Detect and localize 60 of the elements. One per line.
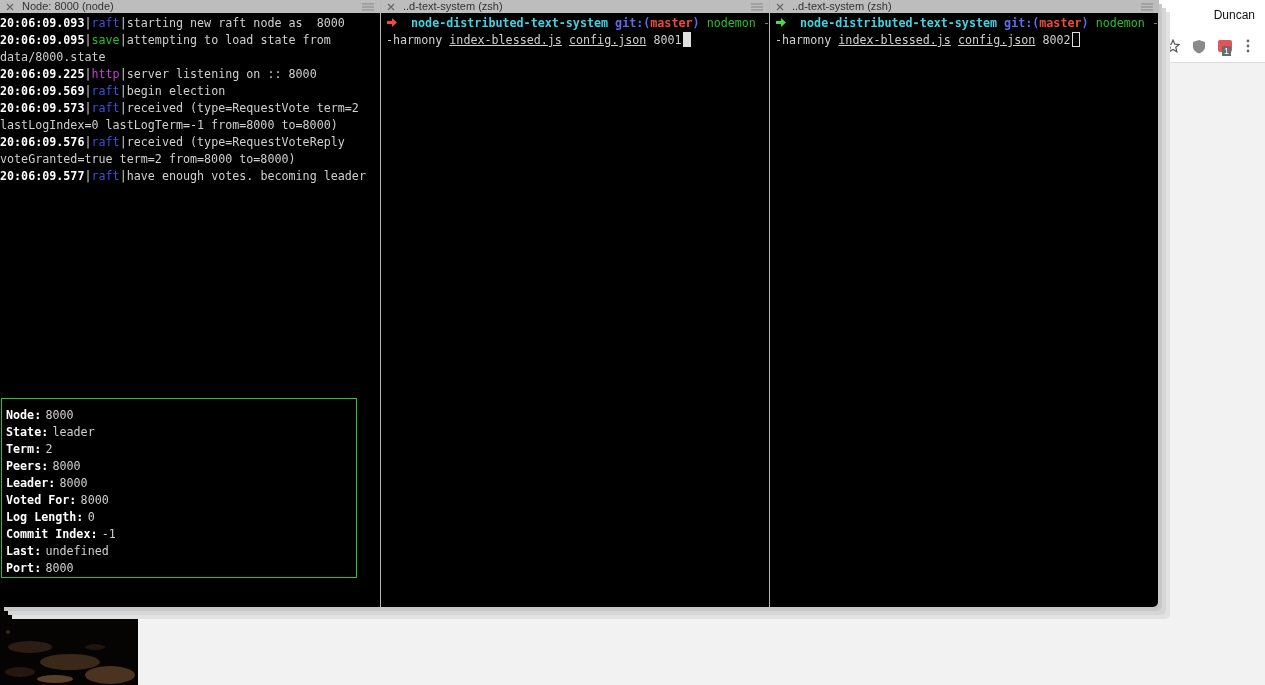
status-label: Log Length: [6,509,84,526]
status-label: Last: [6,543,42,560]
status-label: Term: [6,441,42,458]
close-icon[interactable] [6,2,14,11]
tab-title: ..d-text-system (zsh) [402,0,504,13]
close-icon[interactable] [386,2,395,11]
port-argument: 8002 [1042,33,1071,47]
command-text: nodemon - [1095,16,1159,30]
status-label: Port: [6,560,42,577]
file-name: config.json [568,33,647,47]
log-line: 20:06:09.225|http|server listening on :: 8000 [0,66,318,83]
status-value: 8000 [52,458,81,475]
branch-name: master [1039,16,1082,30]
directory-name: node-distributed-text-system [411,16,609,30]
file-name: config.json [957,33,1036,47]
command-text: nodemon - [706,16,770,30]
status-label: Voted For: [6,492,77,509]
file-name: index-blessed.js [449,33,562,47]
pane-tab[interactable]: Node: 8000 (node) [0,0,380,13]
tab-title: ..d-text-system (zsh) [791,0,893,13]
status-value: 8000 [45,560,74,577]
extension-icon[interactable]: 1 [1218,37,1234,55]
status-value: 8000 [80,492,109,509]
log-line: 20:06:09.576|raft|received (type=RequestVoteReply voteGranted=true term=2 from=8000 to=8000) [0,134,346,168]
status-value: leader [52,424,95,441]
pane-tab[interactable]: ..d-text-system (zsh) [769,0,1159,13]
tab-title: Node: 8000 (node) [22,0,115,13]
log-line: 20:06:09.577|raft|have enough votes. becoming leader [0,168,367,185]
status-label: Leader: [6,475,56,492]
git-label: ) [1081,16,1089,30]
shield-icon[interactable] [1192,38,1206,54]
prompt-arrow-icon [775,18,786,27]
status-value: 8000 [45,407,74,424]
more-icon[interactable] [1246,39,1250,53]
git-label: git:( [1004,16,1040,30]
log-line: 20:06:09.573|raft|received (type=RequestVote term=2 lastLogIndex=0 lastLogTerm=-1 from=8000 to=8000) [0,100,360,134]
log-line: 20:06:09.569|raft|begin election [0,83,227,100]
status-label: Node: [6,407,42,424]
status-value: 2 [45,441,53,458]
user-name[interactable]: Duncan [1213,8,1255,22]
status-value: 0 [87,509,95,526]
notification-badge: 1 [1222,46,1231,56]
command-text: -harmony [385,33,443,47]
port-argument: 8001 [653,33,682,47]
branch-name: master [650,16,693,30]
file-name: index-blessed.js [838,33,951,47]
directory-name: node-distributed-text-system [800,16,998,30]
status-value: 8000 [59,475,88,492]
status-value: undefined [45,543,109,560]
pane-tab[interactable]: ..d-text-system (zsh) [380,0,769,13]
log-line: 20:06:09.093|raft|starting new raft node as 8000 [0,15,346,32]
git-label: git:( [615,16,651,30]
status-value: -1 [101,526,116,543]
prompt-arrow-icon [386,18,397,27]
git-label: ) [692,16,700,30]
command-text: -harmony [774,33,832,47]
status-label: Peers: [6,458,49,475]
status-label: State: [6,424,49,441]
close-icon[interactable] [775,2,784,11]
status-label: Commit Index: [6,526,98,543]
